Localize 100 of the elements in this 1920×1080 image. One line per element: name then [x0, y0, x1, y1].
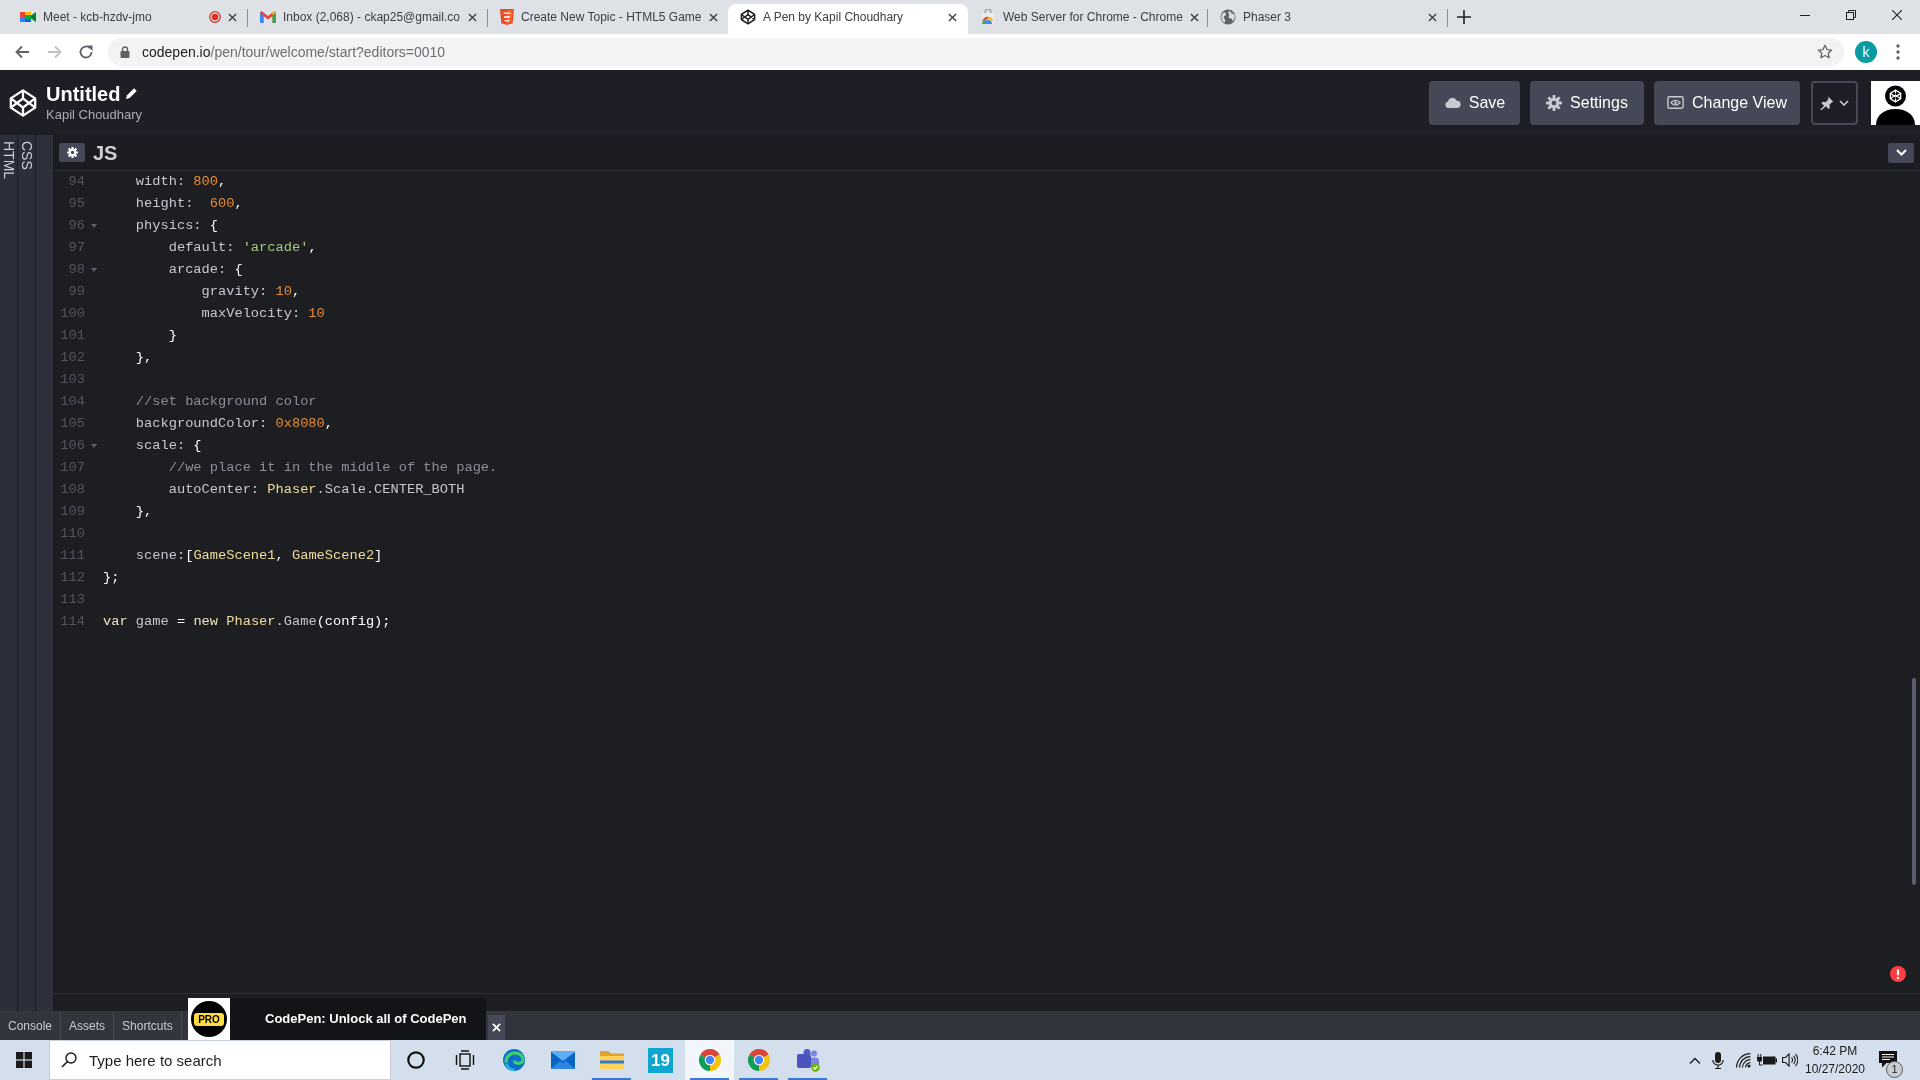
bag-icon: [980, 9, 996, 25]
close-button[interactable]: [488, 1015, 505, 1040]
window-icon: [1667, 96, 1685, 109]
cube-icon: [740, 9, 756, 25]
author-name[interactable]: Kapil Choudhary: [46, 106, 143, 123]
line-number: 109: [59, 502, 85, 521]
close-icon[interactable]: [708, 12, 718, 22]
caret-icon[interactable]: [91, 224, 97, 228]
code-line: //set background color: [135, 392, 317, 411]
line-number: 106: [59, 436, 85, 455]
code-line: }: [168, 326, 177, 345]
minimize-icon[interactable]: [1800, 14, 1810, 16]
panel-tab[interactable]: HTML: [0, 135, 18, 1011]
more-icon[interactable]: [1896, 44, 1900, 60]
browser-tab[interactable]: Create New Topic - HTML5 Game: [488, 4, 728, 34]
search-field[interactable]: Type here to search: [49, 1040, 391, 1080]
promo-banner[interactable]: PRO CodePen: Unlock all of CodePen: [188, 998, 486, 1040]
envelope-icon: [550, 1051, 575, 1069]
scrollbar-thumb[interactable]: [1912, 678, 1916, 885]
ring-icon: [406, 1051, 425, 1069]
star-icon[interactable]: [1817, 44, 1833, 60]
back-icon[interactable]: [14, 44, 30, 60]
shield-icon: [500, 9, 514, 25]
pin-icon: [1820, 95, 1834, 110]
browser-icon: [746, 1048, 771, 1072]
alert-icon[interactable]: [1890, 966, 1906, 982]
line-number: 112: [59, 568, 85, 587]
battery-icon[interactable]: [1757, 1054, 1777, 1066]
browser-tab[interactable]: Meet - kcb-hzdv-jmo: [8, 4, 248, 34]
save-button[interactable]: Save: [1429, 80, 1520, 125]
browser-tab[interactable]: Web Server for Chrome - Chrome: [968, 4, 1208, 34]
close-icon[interactable]: [948, 12, 957, 22]
cube-icon[interactable]: [8, 87, 38, 118]
close-icon[interactable]: [228, 12, 237, 22]
caret-icon: [1839, 99, 1849, 106]
folder-icon: [599, 1050, 624, 1070]
browser-icon: [697, 1048, 722, 1072]
code-line: arcade: {: [168, 260, 243, 279]
line-number: 108: [59, 480, 85, 499]
line-number: 95: [67, 194, 85, 213]
pencil-icon[interactable]: [125, 87, 139, 100]
close-icon[interactable]: [468, 12, 477, 22]
clock-date[interactable]: 10/27/2020: [1804, 1060, 1866, 1078]
cloud-icon: [1443, 97, 1461, 108]
close-icon[interactable]: [1428, 12, 1437, 22]
line-number: 107: [59, 458, 85, 477]
clock-time[interactable]: 6:42 PM: [1812, 1042, 1858, 1060]
view-button[interactable]: Change View: [1654, 80, 1800, 125]
collapse-button[interactable]: [1888, 142, 1914, 163]
task-view-icon: [454, 1050, 475, 1070]
microphone-icon[interactable]: [1712, 1051, 1724, 1069]
line-number: 104: [59, 392, 85, 411]
settings-icon: [1546, 94, 1563, 111]
speaker-icon[interactable]: [1782, 1053, 1798, 1067]
browser-tab[interactable]: Inbox (2,068) - ckap25@gmail.co: [248, 4, 488, 34]
start-icon[interactable]: [16, 1052, 32, 1068]
code-line: },: [135, 348, 153, 367]
code-line: default: 'arcade',: [168, 238, 317, 257]
plus-icon[interactable]: [1457, 10, 1471, 24]
code-line: autoCenter: Phaser.Scale.CENTER_BOTH: [168, 480, 465, 499]
reload-icon[interactable]: [78, 44, 94, 60]
line-number: 98: [67, 260, 85, 279]
browser-tab[interactable]: Phaser 3: [1208, 4, 1448, 34]
code-line: width: 800,: [135, 172, 227, 191]
pro-badge: PRO: [194, 1012, 224, 1026]
caret-icon[interactable]: [91, 444, 97, 448]
line-number: 96: [67, 216, 85, 235]
address-bar[interactable]: codepen.io/pen/tour/welcome/start?editors=0010: [108, 38, 1844, 66]
chevron-up-icon[interactable]: [1689, 1056, 1701, 1064]
search-icon: [61, 1052, 77, 1068]
settings-button[interactable]: Settings: [1530, 80, 1644, 125]
settings-icon: [66, 147, 78, 158]
code-line: gravity: 10,: [201, 282, 301, 301]
caret-icon[interactable]: [91, 268, 97, 272]
pin-button[interactable]: [1811, 80, 1858, 125]
line-number: 111: [59, 546, 85, 565]
code-line: var game = new Phaser.Game(config);: [103, 612, 391, 631]
code-line: },: [135, 502, 153, 521]
panel-tab[interactable]: CSS: [18, 135, 36, 1011]
close-icon[interactable]: [1189, 12, 1199, 22]
people-icon: [795, 1048, 820, 1072]
line-number: 105: [59, 414, 85, 433]
code-line: //we place it in the middle of the page.: [168, 458, 498, 477]
settings-button[interactable]: [59, 143, 85, 162]
code-line: };: [103, 568, 120, 587]
line-number: 113: [59, 590, 85, 609]
line-number: 97: [67, 238, 85, 257]
avatar-icon[interactable]: [1871, 80, 1920, 125]
restore-icon[interactable]: [1846, 10, 1856, 20]
code-line: height: 600,: [135, 194, 243, 213]
promo-text: CodePen: Unlock all of CodePen: [265, 1010, 467, 1029]
lock-icon: [120, 46, 130, 58]
wifi-icon[interactable]: [1735, 1052, 1751, 1068]
code-line: scale: {: [135, 436, 202, 455]
code-line: scene:[GameScene1, GameScene2]: [135, 546, 383, 565]
close-icon[interactable]: [1892, 10, 1902, 20]
code-line: physics: {: [135, 216, 218, 235]
browser-tab[interactable]: A Pen by Kapil Choudhary: [728, 4, 968, 34]
line-number: 110: [59, 524, 85, 543]
pen-title[interactable]: Untitled: [46, 82, 121, 105]
